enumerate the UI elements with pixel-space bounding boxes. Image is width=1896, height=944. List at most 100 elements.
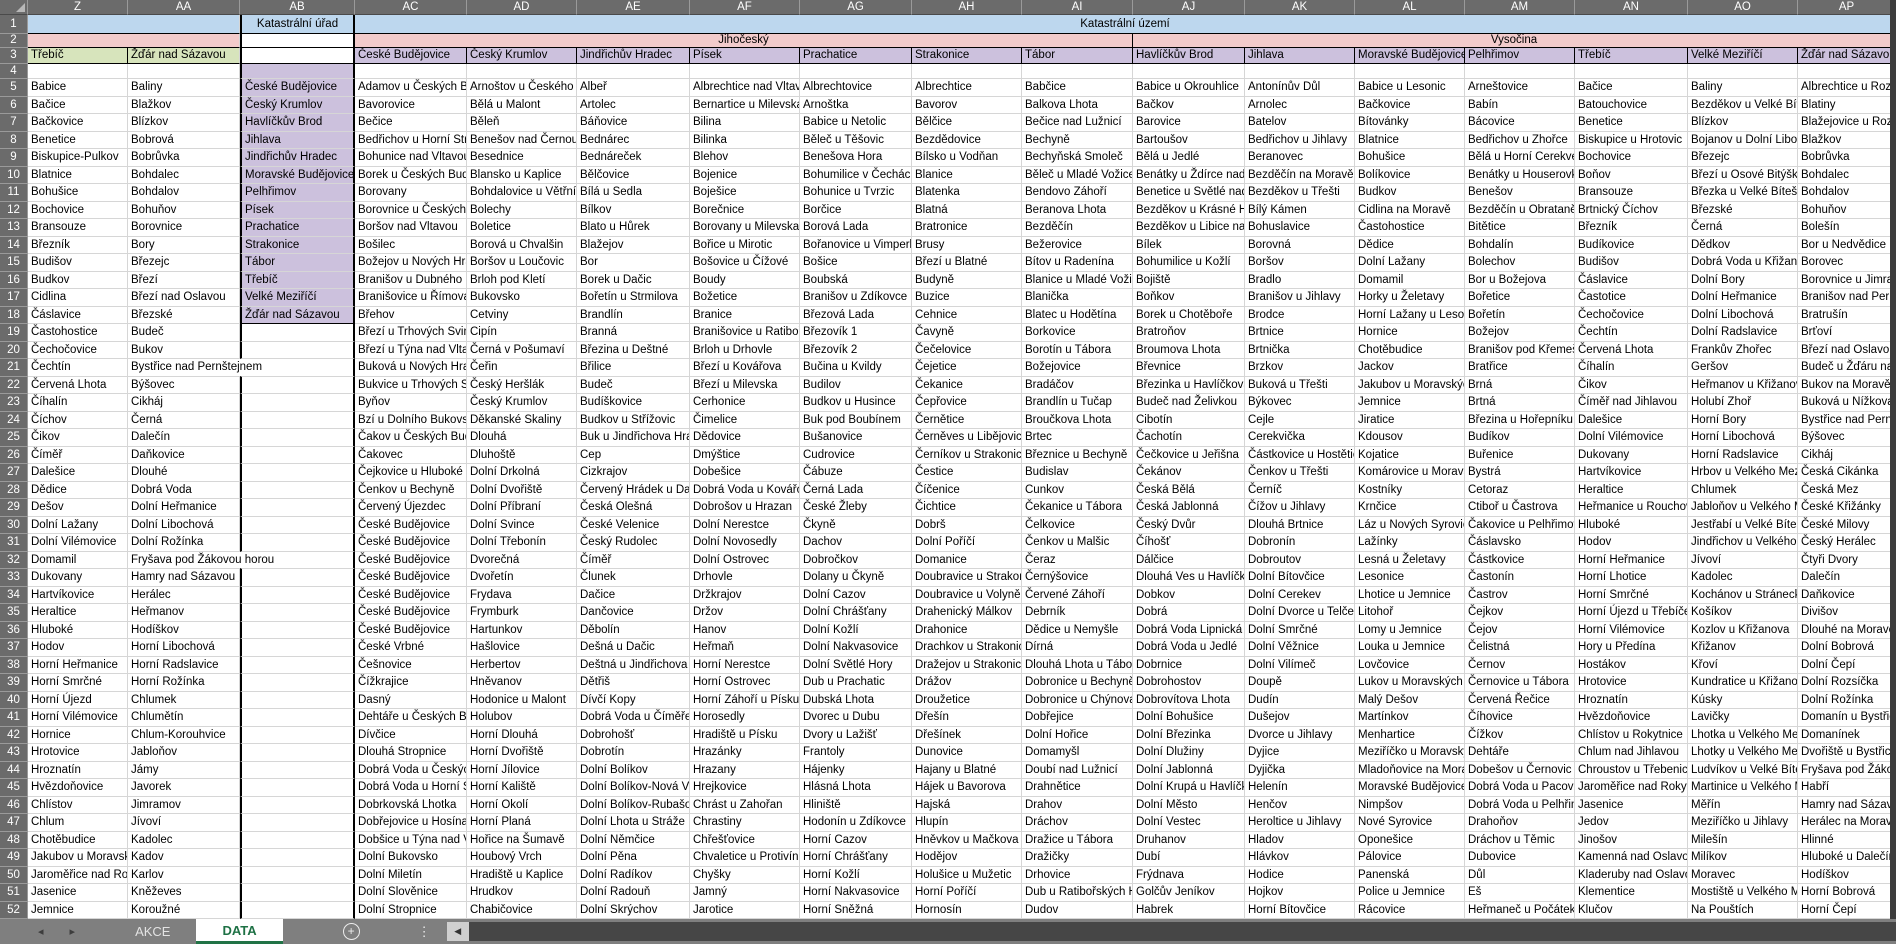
cell-AH44[interactable]: Hajany u Blatné	[912, 762, 1022, 780]
sheet-options-icon[interactable]: ⋮	[418, 919, 431, 944]
cell-AE37[interactable]: Dešná u Dačic	[577, 639, 690, 657]
cell-AO31[interactable]: Jindřichov u Velkého Meziříčí	[1688, 534, 1798, 552]
cell-AO33[interactable]: Kadolec	[1688, 569, 1798, 587]
cell-AO34[interactable]: Kochánov u Stránecké Zhoře	[1688, 587, 1798, 605]
row-header-49[interactable]: 49	[0, 849, 28, 867]
cell-AM19[interactable]: Božejov	[1465, 324, 1575, 342]
cell-AJ11[interactable]: Benetice u Světlé nad Sázavou	[1133, 184, 1245, 202]
cell-AA27[interactable]: Dlouhé	[128, 464, 240, 482]
cell-AJ20[interactable]: Broumova Lhota	[1133, 342, 1245, 360]
cell-AE28[interactable]: Červený Hrádek u Dačic	[577, 482, 690, 500]
cell-AD5[interactable]: Arnoštov u Českého Krumlova	[467, 79, 577, 97]
cell-AO19[interactable]: Dolní Radslavice	[1688, 324, 1798, 342]
cell-AK47[interactable]: Heroltice u Jihlavy	[1245, 814, 1355, 832]
cell-AA20[interactable]: Bukov	[128, 342, 240, 360]
cell-AH4[interactable]	[912, 64, 1022, 79]
cell-AK48[interactable]: Hladov	[1245, 832, 1355, 850]
cell-AD42[interactable]: Horní Dlouhá	[467, 727, 577, 745]
cell-AF4[interactable]	[690, 64, 800, 79]
cell-AH51[interactable]: Horní Poříčí	[912, 884, 1022, 902]
column-header-AD[interactable]: AD	[467, 0, 577, 15]
cell-AJ7[interactable]: Barovice	[1133, 114, 1245, 132]
column-header-AF[interactable]: AF	[690, 0, 800, 15]
cell-AC16[interactable]: Branišov u Dubného	[355, 272, 467, 290]
cell-AA5[interactable]: Baliny	[128, 79, 240, 97]
cell-AL15[interactable]: Dolní Lažany	[1355, 254, 1465, 272]
cell-AO10[interactable]: Březí u Osové Bitýšky	[1688, 167, 1798, 185]
cell-AF49[interactable]: Chvaletice u Protivína	[690, 849, 800, 867]
column-header-AK[interactable]: AK	[1245, 0, 1355, 15]
cell-AN19[interactable]: Čechtín	[1575, 324, 1688, 342]
cell-AH16[interactable]: Budyně	[912, 272, 1022, 290]
cell-AH31[interactable]: Dolní Poříčí	[912, 534, 1022, 552]
cell-AL8[interactable]: Blatnice	[1355, 132, 1465, 150]
cell-AB11[interactable]: Pelhřimov	[240, 184, 355, 202]
cell-AC50[interactable]: Dolní Miletín	[355, 867, 467, 885]
cell-AA15[interactable]: Březejc	[128, 254, 240, 272]
row-header-31[interactable]: 31	[0, 534, 28, 552]
cell-AI8[interactable]: Bechyně	[1022, 132, 1133, 150]
cell-AG52[interactable]: Horní Sněžná	[800, 902, 912, 920]
cell-AG50[interactable]: Horní Kožlí	[800, 867, 912, 885]
cell-Z15[interactable]: Budišov	[28, 254, 128, 272]
cell-AB2[interactable]	[240, 34, 355, 48]
cell-AM15[interactable]: Bolechov	[1465, 254, 1575, 272]
cell-AP46[interactable]: Hamry nad Sázavou	[1798, 797, 1896, 815]
cell-AA23[interactable]: Cikháj	[128, 394, 240, 412]
cell-AI33[interactable]: Černýšovice	[1022, 569, 1133, 587]
cell-AE48[interactable]: Dolní Němčice	[577, 832, 690, 850]
cell-AP43[interactable]: Dvořiště u Bystřice nad Pernštejnem	[1798, 744, 1896, 762]
cell-AJ34[interactable]: Dobkov	[1133, 587, 1245, 605]
cell-AB44[interactable]	[240, 762, 355, 780]
cell-AF15[interactable]: Bošovice u Čížové	[690, 254, 800, 272]
cell-AJ41[interactable]: Dolní Bohušice	[1133, 709, 1245, 727]
cell-AK31[interactable]: Dobronín	[1245, 534, 1355, 552]
cell-AN11[interactable]: Bransouze	[1575, 184, 1688, 202]
cell-AJ42[interactable]: Dolní Březinka	[1133, 727, 1245, 745]
cell-AA43[interactable]: Jabloňov	[128, 744, 240, 762]
column-header-AE[interactable]: AE	[577, 0, 690, 15]
cell-AH25[interactable]: Černěves u Libějovic	[912, 429, 1022, 447]
cell-AF26[interactable]: Dmýštice	[690, 447, 800, 465]
cell-AG24[interactable]: Buk pod Boubínem	[800, 412, 912, 430]
cell-AN17[interactable]: Častotice	[1575, 289, 1688, 307]
cell-AP15[interactable]: Borovec	[1798, 254, 1896, 272]
cell-AA18[interactable]: Březské	[128, 307, 240, 325]
cell-AK32[interactable]: Dobroutov	[1245, 552, 1355, 570]
cell-AK51[interactable]: Hojkov	[1245, 884, 1355, 902]
cell-AA24[interactable]: Černá	[128, 412, 240, 430]
cell-AB51[interactable]	[240, 884, 355, 902]
cell-AE44[interactable]: Dolní Bolíkov	[577, 762, 690, 780]
cell-AH18[interactable]: Cehnice	[912, 307, 1022, 325]
cell-AF51[interactable]: Jamný	[690, 884, 800, 902]
cell-AG9[interactable]: Benešova Hora	[800, 149, 912, 167]
cell-AI9[interactable]: Bechyňská Smoleč	[1022, 149, 1133, 167]
row-header-34[interactable]: 34	[0, 587, 28, 605]
cell-AK19[interactable]: Brtnice	[1245, 324, 1355, 342]
cell-AA47[interactable]: Jívoví	[128, 814, 240, 832]
cell-AI51[interactable]: Dub u Ratibořských Hor	[1022, 884, 1133, 902]
cell-AP42[interactable]: Domanínek	[1798, 727, 1896, 745]
cell-AF25[interactable]: Dědovice	[690, 429, 800, 447]
cell-AA12[interactable]: Bohuňov	[128, 202, 240, 220]
cell-AH46[interactable]: Hajská	[912, 797, 1022, 815]
cell-AP32[interactable]: Čtyři Dvory	[1798, 552, 1896, 570]
cell-AP18[interactable]: Bratrušín	[1798, 307, 1896, 325]
cell-AF21[interactable]: Březí u Kovářova	[690, 359, 800, 377]
cell-AF42[interactable]: Hradiště u Písku	[690, 727, 800, 745]
cell-AC25[interactable]: Čakov u Českých Budějovic	[355, 429, 467, 447]
cell-Z17[interactable]: Cidlina	[28, 289, 128, 307]
cell-AG20[interactable]: Březovík 2	[800, 342, 912, 360]
cell-AP37[interactable]: Dolní Bobrová	[1798, 639, 1896, 657]
cell-AM41[interactable]: Číhovice	[1465, 709, 1575, 727]
cell-district-header-AF[interactable]: Písek	[690, 48, 800, 64]
select-all-corner[interactable]	[0, 0, 28, 15]
sheet-nav-left-icon[interactable]: ◂	[38, 925, 44, 938]
cell-AD11[interactable]: Bohdalovice u Větřní	[467, 184, 577, 202]
cell-AJ10[interactable]: Benátky u Ždírce nad Doubravou	[1133, 167, 1245, 185]
cell-AL17[interactable]: Horky u Želetavy	[1355, 289, 1465, 307]
cell-AE23[interactable]: Budíškovice	[577, 394, 690, 412]
cell-AE46[interactable]: Dolní Bolíkov-Rubašov	[577, 797, 690, 815]
cell-AM51[interactable]: Eš	[1465, 884, 1575, 902]
cell-AK24[interactable]: Cejle	[1245, 412, 1355, 430]
